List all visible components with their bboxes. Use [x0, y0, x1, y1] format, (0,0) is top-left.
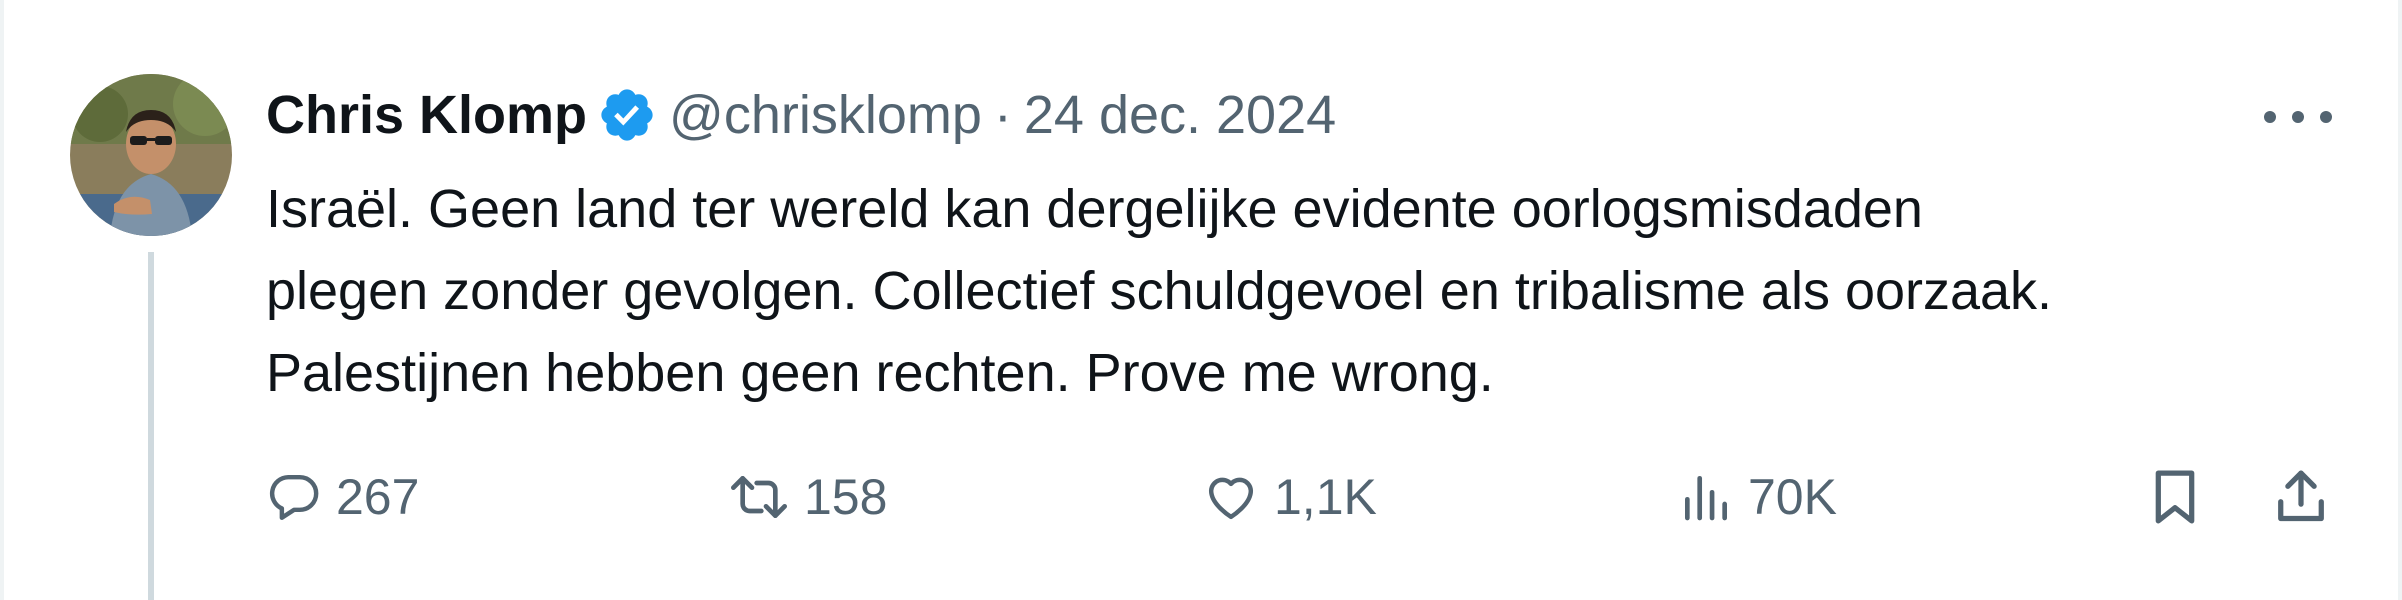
tweet-text: Israël. Geen land ter wereld kan dergeli… — [266, 168, 2346, 414]
more-dots-icon — [2264, 111, 2276, 123]
header-separator: · — [993, 85, 1012, 145]
more-options-button[interactable] — [2264, 92, 2332, 142]
tweet-text-line: Israël. Geen land ter wereld kan dergeli… — [266, 179, 1923, 239]
views-button[interactable]: 70K — [1678, 462, 1837, 532]
author-handle[interactable]: @chrisklomp — [669, 84, 982, 146]
thread-line — [148, 252, 154, 600]
more-dots-icon — [2292, 111, 2304, 123]
tweet-card[interactable]: Chris Klomp @chrisklomp · 24 dec. 2024 I… — [0, 0, 2402, 600]
tweet-text-line: Palestijnen hebben geen rechten. Prove m… — [266, 343, 1494, 403]
avatar-photo — [70, 74, 232, 236]
tweet-text-line: plegen zonder gevolgen. Collectief schul… — [266, 261, 2053, 321]
views-count: 70K — [1748, 469, 1837, 525]
avatar[interactable] — [70, 74, 232, 236]
repost-button[interactable]: 158 — [728, 462, 887, 532]
reply-bubble-icon — [269, 474, 319, 520]
tweet-date[interactable]: 24 dec. 2024 — [1024, 84, 1336, 146]
like-button[interactable]: 1,1K — [1202, 462, 1377, 532]
heart-icon — [1208, 477, 1254, 520]
bookmark-button[interactable] — [2146, 462, 2204, 532]
reply-button[interactable]: 267 — [266, 462, 419, 532]
like-count: 1,1K — [1274, 469, 1377, 525]
action-bar: 267 158 1,1K 70K — [266, 462, 2338, 532]
share-upload-icon — [2278, 470, 2324, 522]
repost-count: 158 — [804, 469, 888, 525]
bar-chart-icon — [1685, 476, 1727, 521]
display-name[interactable]: Chris Klomp — [266, 84, 587, 146]
verified-badge-icon[interactable] — [597, 85, 657, 145]
bookmark-icon — [2155, 470, 2195, 524]
share-button[interactable] — [2272, 462, 2330, 532]
repost-arrows-icon — [730, 476, 787, 518]
reply-count: 267 — [336, 469, 420, 525]
tweet-header: Chris Klomp @chrisklomp · 24 dec. 2024 — [266, 80, 2268, 150]
more-dots-icon — [2320, 111, 2332, 123]
